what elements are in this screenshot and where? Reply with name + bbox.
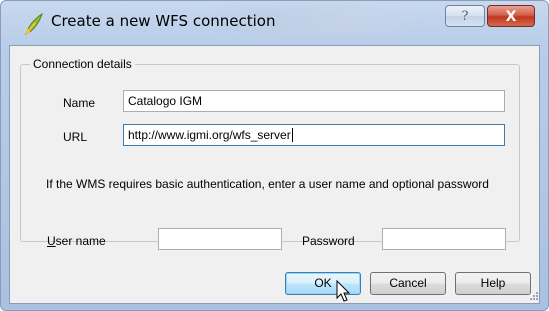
cancel-button[interactable]: Cancel <box>370 272 446 295</box>
password-input[interactable] <box>382 228 506 250</box>
group-title: Connection details <box>30 57 135 71</box>
qgis-icon <box>25 12 43 36</box>
url-input[interactable]: http://www.igmi.org/wfs_server <box>123 124 505 146</box>
close-button[interactable]: X <box>487 5 535 27</box>
url-value: http://www.igmi.org/wfs_server <box>128 128 291 142</box>
username-label-text: ser name <box>55 234 106 248</box>
context-help-button[interactable]: ? <box>445 5 485 27</box>
mouse-pointer-icon <box>336 280 351 302</box>
help-button[interactable]: Help <box>455 272 531 295</box>
username-label: User name <box>47 234 106 248</box>
name-value: Catalogo IGM <box>128 94 203 108</box>
window-title: Create a new WFS connection <box>51 12 276 30</box>
username-input[interactable] <box>158 228 282 250</box>
url-label: URL <box>63 130 88 144</box>
password-label: Password <box>302 234 355 248</box>
username-mnemonic: U <box>47 234 56 248</box>
text-caret <box>291 128 293 142</box>
resize-grip-icon[interactable] <box>527 291 539 303</box>
title-bar[interactable]: Create a new WFS connection ? X <box>1 1 548 45</box>
close-icon: X <box>505 9 517 25</box>
name-input[interactable]: Catalogo IGM <box>123 90 505 112</box>
name-label: Name <box>63 96 96 110</box>
auth-note: If the WMS requires basic authentication… <box>46 177 489 191</box>
